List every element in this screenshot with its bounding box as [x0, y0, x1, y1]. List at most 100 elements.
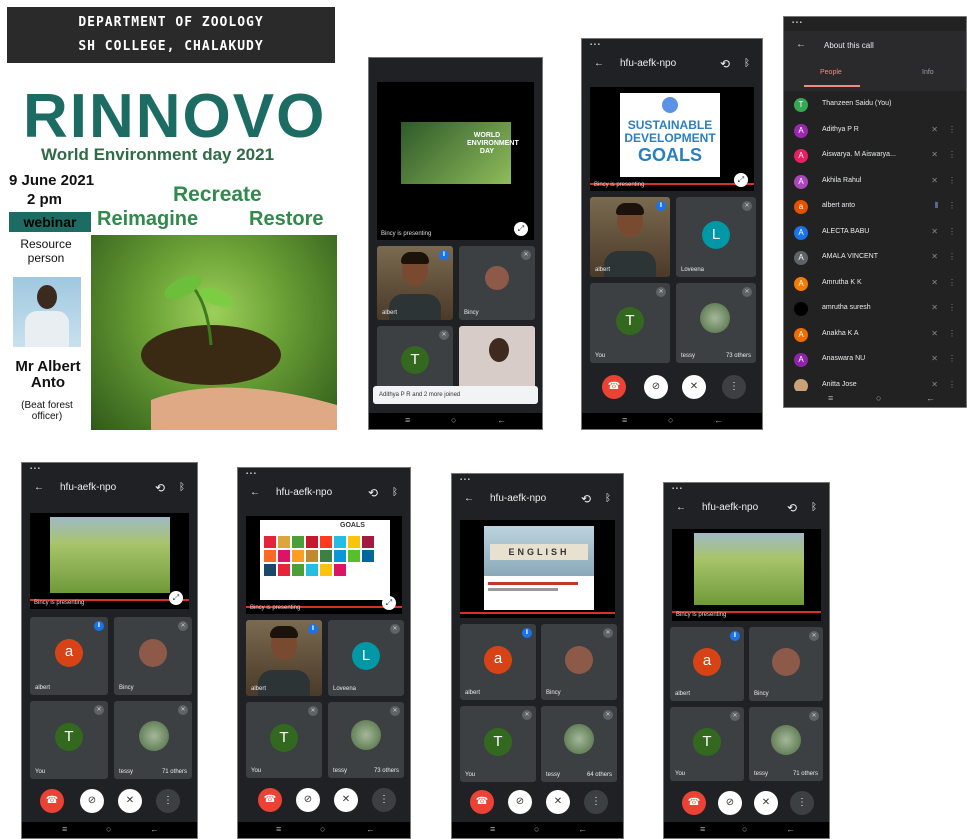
tile-albert[interactable]: ⦀ albert [377, 246, 453, 320]
switch-camera-icon[interactable]: ⟲ [155, 477, 165, 499]
tile-bincy[interactable]: ✕ Bincy [749, 627, 823, 701]
participant-row[interactable]: A Anakha K A ✕ ⋮ [794, 325, 958, 345]
home-icon[interactable]: ○ [451, 415, 456, 425]
participant-row[interactable]: A Anaswara NU ✕ ⋮ [794, 350, 958, 370]
switch-camera-icon[interactable]: ⟲ [720, 53, 730, 75]
tile-you[interactable]: T ✕ You [246, 702, 322, 778]
bluetooth-icon[interactable]: ᛒ [744, 53, 750, 75]
tile-bincy[interactable]: ✕ Bincy [114, 617, 192, 695]
back-icon[interactable]: ← [786, 824, 795, 834]
tile-other-video[interactable] [459, 326, 535, 390]
recents-icon[interactable]: ≡ [62, 824, 67, 834]
back-icon[interactable]: ← [926, 393, 935, 403]
tile-tessy-others[interactable]: ✕ tessy 73 others [676, 283, 756, 363]
switch-camera-icon[interactable]: ⟲ [368, 482, 378, 504]
participant-row[interactable]: A Aiswarya. M Aiswarya... ✕ ⋮ [794, 146, 958, 166]
end-call-button[interactable]: ☎ [682, 791, 706, 815]
home-icon[interactable]: ○ [876, 393, 881, 403]
more-options-button[interactable]: ⋮ [722, 375, 746, 399]
back-arrow-icon[interactable]: ← [594, 53, 604, 75]
more-options-button[interactable]: ⋮ [790, 791, 814, 815]
tile-tessy-others[interactable]: ✕ tessy 73 others [328, 702, 404, 778]
tile-you[interactable]: T ✕ [377, 326, 453, 390]
more-options-icon[interactable]: ⋮ [948, 252, 956, 261]
mic-off-button[interactable]: ✕ [334, 788, 358, 812]
more-options-button[interactable]: ⋮ [156, 789, 180, 813]
more-options-icon[interactable]: ⋮ [948, 380, 956, 389]
more-options-icon[interactable]: ⋮ [948, 201, 956, 210]
tile-tessy-others[interactable]: ✕ tessy 71 others [749, 707, 823, 781]
back-icon[interactable]: ← [150, 824, 159, 834]
camera-off-button[interactable]: ⊘ [718, 791, 742, 815]
tab-info[interactable]: Info [922, 69, 934, 76]
recents-icon[interactable]: ≡ [828, 393, 833, 403]
home-icon[interactable]: ○ [106, 824, 111, 834]
bluetooth-icon[interactable]: ᛒ [811, 497, 817, 519]
tile-loveena[interactable]: L ✕ Loveena [676, 197, 756, 277]
recents-icon[interactable]: ≡ [700, 824, 705, 834]
back-arrow-icon[interactable]: ← [250, 482, 260, 504]
camera-off-button[interactable]: ⊘ [80, 789, 104, 813]
fullscreen-icon[interactable]: ⤢ [169, 591, 183, 605]
tile-albert[interactable]: a ⦀ albert [460, 624, 536, 700]
more-options-icon[interactable]: ⋮ [948, 150, 956, 159]
switch-camera-icon[interactable]: ⟲ [787, 497, 797, 519]
more-options-button[interactable]: ⋮ [372, 788, 396, 812]
recents-icon[interactable]: ≡ [490, 824, 495, 834]
participant-row[interactable]: amrutha suresh ✕ ⋮ [794, 299, 958, 319]
switch-camera-icon[interactable]: ⟲ [581, 488, 591, 510]
bluetooth-icon[interactable]: ᛒ [392, 482, 398, 504]
home-icon[interactable]: ○ [534, 824, 539, 834]
tile-albert[interactable]: a ⦀ albert [670, 627, 744, 701]
more-options-icon[interactable]: ⋮ [948, 176, 956, 185]
end-call-button[interactable]: ☎ [602, 375, 626, 399]
meeting-code[interactable]: hfu-aefk-npo [702, 497, 758, 519]
back-icon[interactable]: ← [497, 415, 506, 425]
home-icon[interactable]: ○ [668, 415, 673, 425]
tile-you[interactable]: T ✕ You [670, 707, 744, 781]
mic-off-button[interactable]: ✕ [754, 791, 778, 815]
meeting-code[interactable]: hfu-aefk-npo [60, 477, 116, 499]
back-arrow-icon[interactable]: ← [34, 477, 44, 499]
tile-you[interactable]: T ✕ You [30, 701, 108, 779]
end-call-button[interactable]: ☎ [470, 790, 494, 814]
camera-off-button[interactable]: ⊘ [508, 790, 532, 814]
tile-loveena[interactable]: L ✕ Loveena [328, 620, 404, 696]
meeting-code[interactable]: hfu-aefk-npo [620, 53, 676, 75]
mic-off-button[interactable]: ✕ [682, 375, 706, 399]
end-call-button[interactable]: ☎ [258, 788, 282, 812]
participant-row[interactable]: a albert anto ⦀ ⋮ [794, 197, 958, 217]
back-icon[interactable]: ← [578, 824, 587, 834]
back-icon[interactable]: ← [714, 415, 723, 425]
tile-tessy-others[interactable]: ✕ tessy 71 others [114, 701, 192, 779]
back-arrow-icon[interactable]: ← [796, 39, 806, 50]
recents-icon[interactable]: ≡ [276, 824, 281, 834]
tile-albert[interactable]: ⦀ albert [590, 197, 670, 277]
more-options-icon[interactable]: ⋮ [948, 354, 956, 363]
tile-albert[interactable]: ⦀ albert [246, 620, 322, 696]
more-options-icon[interactable]: ⋮ [948, 278, 956, 287]
more-options-icon[interactable]: ⋮ [948, 329, 956, 338]
participant-row[interactable]: A Amrutha K K ✕ ⋮ [794, 274, 958, 294]
home-icon[interactable]: ○ [742, 824, 747, 834]
camera-off-button[interactable]: ⊘ [644, 375, 668, 399]
tile-bincy[interactable]: ✕ Bincy [541, 624, 617, 700]
back-arrow-icon[interactable]: ← [464, 488, 474, 510]
more-options-icon[interactable]: ⋮ [948, 303, 956, 312]
tile-tessy-others[interactable]: ✕ tessy 64 others [541, 706, 617, 782]
tile-you[interactable]: T ✕ You [590, 283, 670, 363]
back-arrow-icon[interactable]: ← [676, 497, 686, 519]
tile-you[interactable]: T ✕ You [460, 706, 536, 782]
fullscreen-icon[interactable]: ⤢ [382, 596, 396, 610]
end-call-button[interactable]: ☎ [40, 789, 64, 813]
fullscreen-icon[interactable]: ⤢ [514, 222, 528, 236]
participant-row[interactable]: T Thanzeen Saidu (You) [794, 95, 958, 115]
tab-people[interactable]: People [820, 69, 842, 76]
recents-icon[interactable]: ≡ [622, 415, 627, 425]
more-options-button[interactable]: ⋮ [584, 790, 608, 814]
more-options-icon[interactable]: ⋮ [948, 125, 956, 134]
camera-off-button[interactable]: ⊘ [296, 788, 320, 812]
participant-row[interactable]: A Akhila Rahul ✕ ⋮ [794, 172, 958, 192]
participant-row[interactable]: A AMALA VINCENT ✕ ⋮ [794, 248, 958, 268]
more-options-icon[interactable]: ⋮ [948, 227, 956, 236]
